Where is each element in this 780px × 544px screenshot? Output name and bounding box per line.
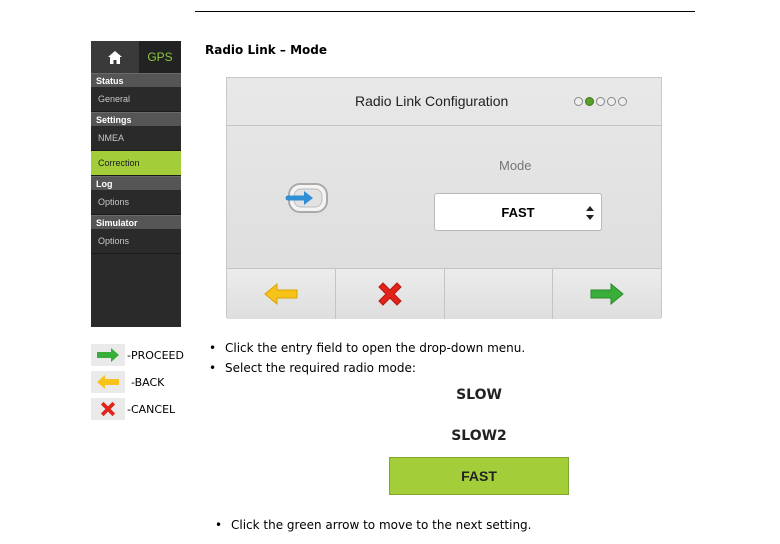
page-dot [607, 97, 616, 106]
mode-select-value: FAST [501, 204, 535, 220]
back-button[interactable] [227, 269, 336, 319]
proceed-arrow-icon [590, 283, 624, 305]
proceed-arrow-icon [97, 348, 119, 362]
sidebar-item-nmea[interactable]: NMEA [91, 126, 181, 151]
instruction-3: Click the green arrow to move to the nex… [215, 518, 532, 532]
proceed-button[interactable] [553, 269, 661, 319]
home-button[interactable] [91, 41, 139, 73]
sidebar-item-general[interactable]: General [91, 87, 181, 112]
cancel-icon [377, 282, 402, 306]
legend-back: -BACK [91, 371, 191, 393]
button-bar [227, 268, 661, 319]
legend-proceed-icon-box [91, 344, 125, 366]
page-dot [596, 97, 605, 106]
sidebar-item-simulator-options[interactable]: Options [91, 229, 181, 254]
instruction-2: Select the required radio mode: [209, 361, 416, 375]
sidebar: GPS Status General Settings NMEA Correct… [91, 41, 181, 327]
option-fast-selected[interactable]: FAST [389, 457, 569, 495]
legend-back-icon-box [91, 371, 125, 393]
option-slow[interactable]: SLOW [389, 387, 569, 403]
option-slow2[interactable]: SLOW2 [389, 428, 569, 444]
page-dot-active [585, 97, 594, 106]
back-arrow-icon [264, 283, 298, 305]
legend-back-label: -BACK [131, 376, 165, 389]
sidebar-section-log: Log [91, 176, 181, 190]
gps-tab[interactable]: GPS [139, 41, 181, 73]
title-divider [227, 125, 661, 126]
page-indicator [574, 97, 627, 106]
select-updown-icon [586, 206, 594, 220]
sidebar-item-log-options[interactable]: Options [91, 190, 181, 215]
back-arrow-icon [97, 375, 119, 389]
top-rule [195, 11, 695, 12]
sidebar-item-correction[interactable]: Correction [91, 151, 181, 176]
legend-proceed-label: -PROCEED [127, 349, 184, 362]
empty-button-slot [444, 269, 554, 319]
mode-select[interactable]: FAST [434, 193, 602, 231]
page-dot [618, 97, 627, 106]
legend-cancel: -CANCEL [91, 398, 191, 420]
sidebar-section-simulator: Simulator [91, 215, 181, 229]
radio-link-icon [285, 183, 328, 213]
legend-cancel-label: -CANCEL [127, 403, 176, 416]
home-icon [108, 50, 122, 64]
screen-title: Radio Link Configuration [355, 93, 509, 109]
sidebar-section-status: Status [91, 73, 181, 87]
sidebar-header: GPS [91, 41, 181, 73]
legend-cancel-icon-box [91, 398, 125, 420]
page-dot [574, 97, 583, 106]
device-screen: Radio Link Configuration Mode FAST [226, 77, 662, 319]
cancel-button[interactable] [335, 269, 445, 319]
sidebar-section-settings: Settings [91, 112, 181, 126]
cancel-icon [100, 401, 116, 417]
instruction-1: Click the entry field to open the drop-d… [209, 341, 525, 355]
legend-proceed: -PROCEED [91, 344, 191, 366]
section-heading: Radio Link – Mode [205, 43, 328, 57]
mode-label: Mode [499, 158, 532, 173]
